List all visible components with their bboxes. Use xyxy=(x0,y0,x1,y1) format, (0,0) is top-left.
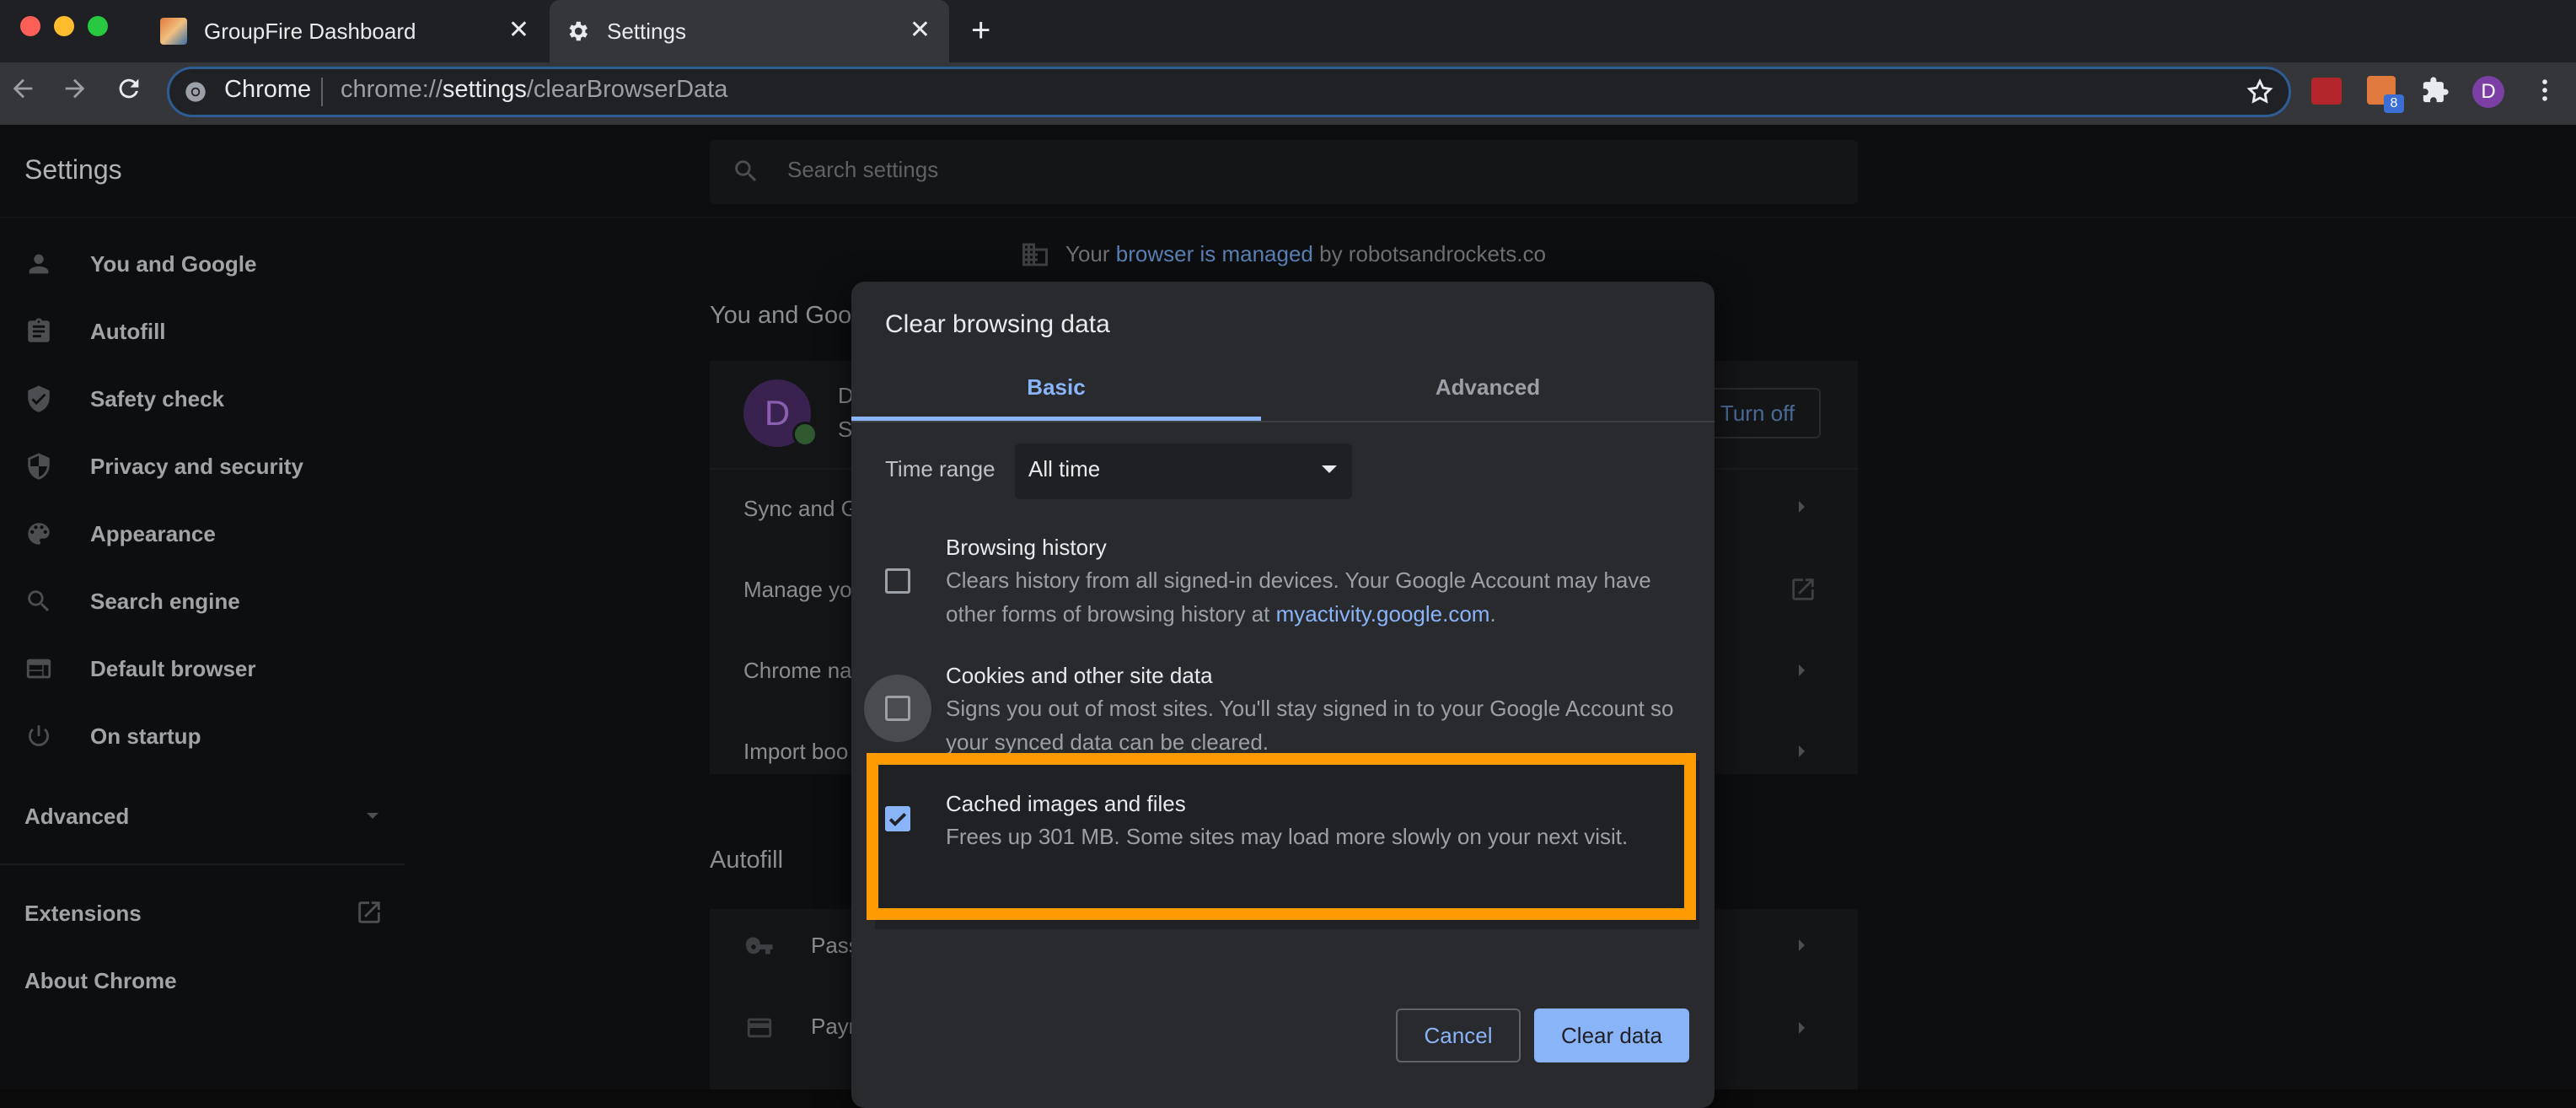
new-tab-button[interactable]: + xyxy=(971,12,990,50)
sidebar-item-extensions[interactable]: Extensions xyxy=(24,896,380,930)
tab-advanced[interactable]: Advanced xyxy=(1261,374,1715,411)
search-placeholder: Search settings xyxy=(787,157,939,182)
sidebar-item-privacy-and-security[interactable]: Privacy and security xyxy=(24,449,303,483)
row-sync[interactable]: Sync and G xyxy=(743,496,858,522)
chevron-right-icon xyxy=(1799,745,1805,757)
tab-title: GroupFire Dashboard xyxy=(204,18,416,44)
reload-icon[interactable] xyxy=(115,74,143,110)
palette-icon xyxy=(24,519,56,548)
clipboard-icon xyxy=(24,317,56,346)
tab-divider xyxy=(851,421,1715,422)
managed-notice: Your browser is managed by robotsandrock… xyxy=(1065,241,1546,266)
cancel-button[interactable]: Cancel xyxy=(1396,1008,1521,1062)
tab-title: Settings xyxy=(607,18,686,44)
close-window-button[interactable] xyxy=(20,16,40,36)
profile-avatar[interactable]: D xyxy=(2472,76,2504,108)
gear-icon xyxy=(565,19,590,44)
extension-badge: 8 xyxy=(2384,94,2404,113)
person-icon xyxy=(24,250,56,278)
tab-settings[interactable]: Settings ✕ xyxy=(550,0,949,62)
profile-subtitle: S xyxy=(838,417,853,442)
chevron-right-icon xyxy=(1799,664,1805,676)
building-icon xyxy=(1020,239,1050,274)
tab-basic[interactable]: Basic xyxy=(851,374,1261,411)
time-range-label: Time range xyxy=(885,456,996,481)
header-divider xyxy=(0,217,2576,218)
sidebar-item-autofill[interactable]: Autofill xyxy=(24,315,166,348)
key-icon xyxy=(745,933,774,965)
sidebar-item-default-browser[interactable]: Default browser xyxy=(24,652,256,686)
time-range-value: All time xyxy=(1028,456,1101,481)
search-icon xyxy=(732,157,760,190)
back-arrow-icon[interactable] xyxy=(8,74,37,110)
search-icon xyxy=(24,587,56,616)
forward-arrow-icon[interactable] xyxy=(61,74,89,110)
maximize-window-button[interactable] xyxy=(88,16,108,36)
credit-card-icon xyxy=(745,1014,774,1046)
row-import[interactable]: Import boo xyxy=(743,739,848,765)
groupfire-favicon-icon xyxy=(160,18,187,45)
sidebar-advanced-toggle[interactable]: Advanced xyxy=(24,799,378,833)
cookies-checkbox[interactable] xyxy=(885,696,910,721)
highlight-annotation-box xyxy=(867,753,1696,920)
close-tab-icon[interactable]: ✕ xyxy=(910,18,931,43)
extension-red-icon[interactable] xyxy=(2311,78,2342,105)
managed-link[interactable]: browser is managed xyxy=(1116,241,1313,266)
sync-status-icon xyxy=(792,422,818,447)
more-menu-icon[interactable] xyxy=(2530,76,2559,109)
chrome-logo-icon xyxy=(184,80,207,104)
clear-data-button[interactable]: Clear data xyxy=(1534,1008,1689,1062)
extensions-puzzle-icon[interactable] xyxy=(2421,76,2450,109)
tab-groupfire-dashboard[interactable]: GroupFire Dashboard ✕ xyxy=(143,0,548,62)
sidebar-item-search-engine[interactable]: Search engine xyxy=(24,584,240,618)
section-title-autofill: Autofill xyxy=(710,847,784,874)
sidebar-item-safety-check[interactable]: Safety check xyxy=(24,382,224,416)
sidebar-item-on-startup[interactable]: On startup xyxy=(24,719,201,753)
browser-window-icon xyxy=(24,654,56,683)
browsing-history-title: Browsing history xyxy=(946,535,1107,560)
shield-check-icon xyxy=(24,385,56,413)
chevron-right-icon xyxy=(1799,1022,1805,1034)
open-in-new-icon xyxy=(1789,575,1817,608)
sidebar-item-about-chrome[interactable]: About Chrome xyxy=(24,964,177,998)
close-tab-icon[interactable]: ✕ xyxy=(508,18,529,43)
shield-icon xyxy=(24,452,56,481)
cookies-desc-line1: Signs you out of most sites. You'll stay… xyxy=(946,696,1674,721)
omnibox-scheme-label: Chrome xyxy=(224,76,312,103)
browsing-history-checkbox[interactable] xyxy=(885,568,910,594)
browsing-history-desc-line2: other forms of browsing history at myact… xyxy=(946,601,1496,627)
chevron-right-icon xyxy=(1799,501,1805,513)
section-title-you-and-google: You and Goo xyxy=(710,302,852,329)
clear-browsing-data-dialog: Clear browsing data Basic Advanced Time … xyxy=(851,282,1715,1108)
row-chrome-name[interactable]: Chrome na xyxy=(743,658,852,684)
settings-title: Settings xyxy=(24,154,122,185)
row-manage-account[interactable]: Manage yo xyxy=(743,577,852,603)
browsing-history-desc-line1: Clears history from all signed-in device… xyxy=(946,567,1651,593)
url-text[interactable]: chrome://settings/clearBrowserData xyxy=(341,76,727,104)
bookmark-star-icon[interactable] xyxy=(2246,78,2274,110)
power-icon xyxy=(24,722,56,750)
omnibox-separator xyxy=(321,78,323,106)
dropdown-arrow-icon xyxy=(1322,465,1337,473)
cookies-title: Cookies and other site data xyxy=(946,663,1213,688)
open-in-new-icon xyxy=(355,898,384,933)
dialog-title: Clear browsing data xyxy=(885,310,1110,338)
sidebar-divider xyxy=(0,863,405,865)
sidebar-item-you-and-google[interactable]: You and Google xyxy=(24,247,256,281)
minimize-window-button[interactable] xyxy=(54,16,74,36)
sidebar-item-appearance[interactable]: Appearance xyxy=(24,517,216,551)
myactivity-link[interactable]: myactivity.google.com xyxy=(1276,601,1490,627)
chevron-down-icon xyxy=(367,813,378,819)
chevron-right-icon xyxy=(1799,939,1805,951)
